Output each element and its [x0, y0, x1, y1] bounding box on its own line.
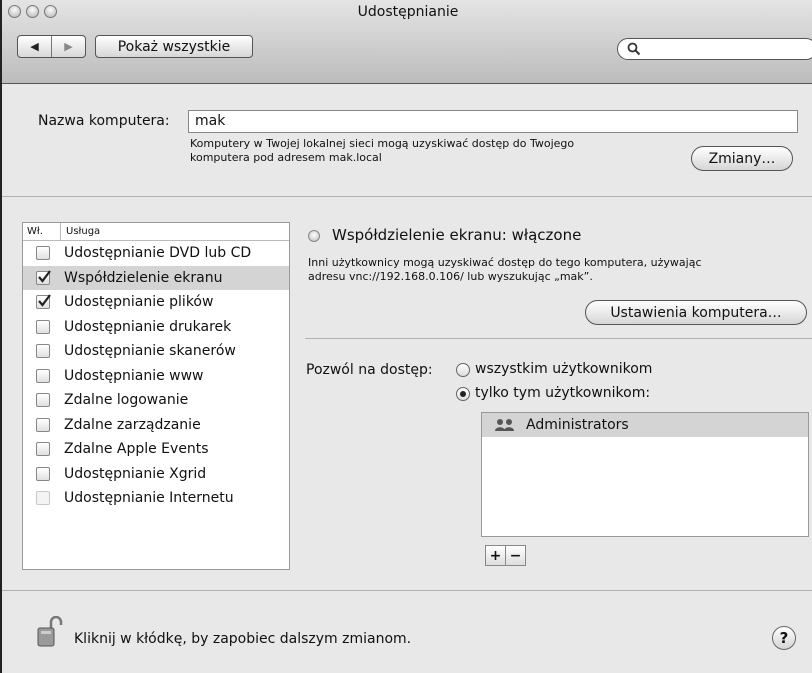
service-row[interactable]: Udostępnianie plików: [23, 290, 289, 315]
service-row[interactable]: Udostępnianie Xgrid: [23, 462, 289, 487]
add-user-label: +: [489, 547, 502, 564]
service-checkbox[interactable]: [36, 270, 51, 285]
help-icon: ?: [779, 629, 789, 647]
lock-message: Kliknij w kłódkę, by zapobiec dalszym zm…: [74, 631, 412, 647]
show-all-label: Pokaż wszystkie: [117, 38, 231, 55]
service-row[interactable]: Współdzielenie ekranu: [23, 265, 289, 290]
service-row[interactable]: Zdalne zarządzanie: [23, 413, 289, 438]
service-row[interactable]: Udostępnianie drukarek: [23, 315, 289, 340]
service-status-title: Współdzielenie ekranu: włączone: [332, 226, 582, 244]
edit-name-button[interactable]: Zmiany…: [691, 146, 793, 171]
service-row[interactable]: Zdalne logowanie: [23, 388, 289, 413]
service-row[interactable]: Udostępnianie Internetu: [23, 486, 289, 511]
computer-name-help: Komputery w Twojej lokalnej sieci mogą u…: [190, 137, 574, 165]
edit-name-label: Zmiany…: [708, 150, 776, 167]
show-all-button[interactable]: Pokaż wszystkie: [95, 35, 253, 58]
services-rows: Udostępnianie DVD lub CD Współdzielenie e…: [23, 241, 289, 511]
service-label: Współdzielenie ekranu: [64, 269, 223, 286]
service-checkbox[interactable]: [36, 466, 50, 481]
window-toolbar: Udostępnianie ◀ ▶ Pokaż wszystkie: [2, 0, 812, 84]
forward-button[interactable]: ▶: [52, 36, 85, 57]
search-field[interactable]: [617, 38, 812, 60]
user-name: Administrators: [526, 417, 629, 433]
search-icon: [627, 42, 641, 56]
allowed-users-list: Administrators: [481, 412, 809, 537]
service-label: Udostępnianie www: [64, 367, 204, 384]
services-list: Wł. Usługa Udostępnianie DVD lub CD Współ…: [22, 222, 290, 570]
service-checkbox[interactable]: [36, 442, 50, 457]
service-column-header[interactable]: Usługa: [61, 226, 100, 237]
service-checkbox[interactable]: [36, 246, 50, 261]
service-checkbox[interactable]: [36, 393, 50, 408]
service-label: Zdalne logowanie: [64, 392, 189, 409]
lock-icon[interactable]: [36, 616, 64, 648]
back-button[interactable]: ◀: [18, 36, 52, 57]
remove-user-button[interactable]: −: [505, 545, 526, 566]
service-label: Udostępnianie Xgrid: [64, 465, 207, 482]
computer-settings-button[interactable]: Ustawienia komputera…: [585, 300, 807, 325]
allow-access-label: Pozwól na dostęp:: [306, 362, 433, 378]
add-user-button[interactable]: +: [485, 545, 506, 566]
service-description: Inni użytkownicy mogą uzyskiwać dostęp d…: [308, 256, 702, 284]
service-description-line-1: Inni użytkownicy mogą uzyskiwać dostęp d…: [308, 256, 702, 269]
status-indicator-icon: [308, 230, 320, 242]
computer-name-field[interactable]: mak: [188, 110, 798, 133]
preferences-window: Udostępnianie ◀ ▶ Pokaż wszystkie Nazwa …: [0, 0, 812, 673]
service-description-line-2: adresu vnc://192.168.0.106/ lub wyszukuj…: [308, 270, 593, 283]
remove-user-label: −: [509, 547, 522, 564]
service-row[interactable]: Zdalne Apple Events: [23, 437, 289, 462]
radio-only-users-label[interactable]: tylko tym użytkownikom:: [475, 385, 650, 401]
service-label: Udostępnianie drukarek: [64, 318, 232, 335]
checkmark-icon: [38, 270, 51, 283]
computer-name-help-line-2: komputera pod adresem mak.local: [190, 151, 382, 164]
radio-only-these-users[interactable]: [456, 387, 470, 401]
service-checkbox[interactable]: [36, 368, 50, 383]
group-icon: [495, 419, 514, 431]
help-button[interactable]: ?: [772, 626, 796, 650]
service-label: Zdalne Apple Events: [64, 441, 209, 458]
checkmark-icon: [38, 294, 51, 307]
service-checkbox: [36, 491, 50, 506]
footer-divider: [2, 590, 812, 591]
service-checkbox[interactable]: [36, 294, 51, 310]
computer-settings-label: Ustawienia komputera…: [610, 304, 782, 321]
service-label: Udostępnianie skanerów: [64, 343, 236, 360]
navigation-buttons: ◀ ▶: [17, 35, 86, 58]
computer-name-label: Nazwa komputera:: [38, 113, 170, 129]
service-row[interactable]: Udostępnianie www: [23, 364, 289, 389]
service-label: Udostępnianie plików: [64, 294, 214, 311]
service-label: Udostępnianie DVD lub CD: [64, 245, 252, 262]
computer-name-help-line-1: Komputery w Twojej lokalnej sieci mogą u…: [190, 137, 575, 150]
section-divider: [2, 196, 812, 197]
radio-all-users-label[interactable]: wszystkim użytkownikom: [475, 361, 652, 377]
services-header: Wł. Usługa: [23, 223, 289, 241]
service-checkbox[interactable]: [36, 344, 50, 359]
detail-divider: [305, 338, 812, 339]
service-label: Udostępnianie Internetu: [64, 490, 234, 507]
user-row[interactable]: Administrators: [482, 413, 808, 437]
window-title: Udostępnianie: [357, 4, 459, 20]
service-checkbox[interactable]: [36, 319, 50, 334]
service-label: Zdalne zarządzanie: [64, 416, 201, 433]
service-row[interactable]: Udostępnianie DVD lub CD: [23, 241, 289, 266]
service-row[interactable]: Udostępnianie skanerów: [23, 339, 289, 364]
service-checkbox[interactable]: [36, 417, 50, 432]
radio-all-users[interactable]: [456, 363, 470, 377]
on-column-header[interactable]: Wł.: [23, 223, 61, 240]
computer-name-value: mak: [195, 113, 226, 129]
